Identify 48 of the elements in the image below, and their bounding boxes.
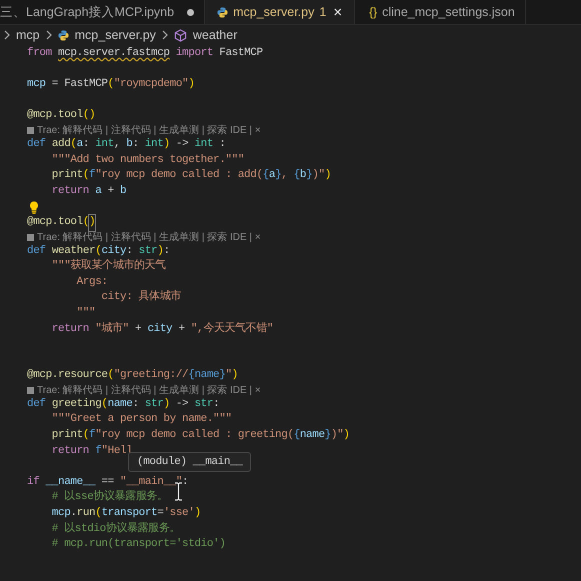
chevron-icon xyxy=(4,30,10,40)
hover-tooltip: (module) __main__ xyxy=(128,452,252,472)
code-line: @mcp.tool() xyxy=(27,108,96,124)
code-line: def add(a: int, b: int) -> int : xyxy=(27,136,226,152)
code-line: """获取某个城市的天气 xyxy=(50,259,166,274)
code-line: """ xyxy=(76,306,96,321)
code-line: """Greet a person by name.""" xyxy=(50,412,232,428)
chevron-icon xyxy=(162,30,168,40)
code-line: Args: xyxy=(76,274,108,290)
code-line: print(f"roy mcp demo called : add({a}, {b})") xyxy=(50,168,331,184)
code-line: mcp = FastMCP("roymcpdemo") xyxy=(27,77,194,92)
code-line: print(f"roy mcp demo called : greeting({name})") xyxy=(50,428,350,444)
codelens-icon xyxy=(27,234,34,241)
breadcrumb-item[interactable]: weather xyxy=(192,28,238,42)
chevron-icon xyxy=(46,30,52,40)
breadcrumb-item[interactable]: mcp xyxy=(16,28,40,42)
codelens-icon xyxy=(27,126,34,134)
code-line: if __name__ == "__main__": xyxy=(27,474,188,490)
editor-tab[interactable]: 三、LangGraph接入MCP.ipynb xyxy=(0,0,206,24)
tab-label: mcp_server.py xyxy=(233,5,314,19)
close-button[interactable]: × xyxy=(331,4,344,20)
code-line: mcp.run(transport='sse') xyxy=(50,506,201,522)
braces-icon: {} xyxy=(369,5,378,19)
file-type-icon xyxy=(58,30,69,40)
editor-tab[interactable]: mcp_server.py 1 × xyxy=(205,0,356,24)
codelens-actions[interactable]: Trae: 解释代码 | 注释代码 | 生成单测 | 探索 IDE | × xyxy=(37,230,261,244)
code-line: city: 具体城市 xyxy=(100,290,182,306)
code-line: # 以stdio协议暴露服务。 xyxy=(50,522,180,537)
problem-count: 1 xyxy=(319,5,326,19)
lightbulb-icon[interactable] xyxy=(29,200,39,214)
codelens-icon xyxy=(27,386,34,394)
tab-label: cline_mcp_settings.json xyxy=(382,5,515,19)
codelens-actions[interactable]: Trae: 解释代码 | 注释代码 | 生成单测 | 探索 IDE | × xyxy=(37,123,261,138)
breadcrumb-item[interactable]: mcp_server.py xyxy=(74,28,156,42)
code-line: return a + b xyxy=(50,184,126,199)
code-line: def weather(city: str): xyxy=(27,244,170,258)
codelens-actions[interactable]: Trae: 解释代码 | 注释代码 | 生成单测 | 探索 IDE | × xyxy=(37,383,261,398)
code-line: # 以sse协议暴露服务。 xyxy=(50,490,168,506)
cube-icon xyxy=(174,28,187,42)
code-line: return "城市" + city + ",今天天气不错" xyxy=(50,322,274,336)
tab-label: 三、LangGraph接入MCP.ipynb xyxy=(0,4,174,20)
code-line: """Add two numbers together.""" xyxy=(50,152,244,168)
file-type-icon xyxy=(217,6,228,18)
code-line: def greeting(name: str) -> str: xyxy=(27,396,220,412)
code-line: from mcp.server.fastmcp import FastMCP xyxy=(27,46,263,61)
code-line: @mcp.resource("greeting://{name}") xyxy=(27,368,238,384)
code-line: @mcp.tool() xyxy=(27,214,96,231)
code-line: # mcp.run(transport='stdio') xyxy=(50,537,226,552)
